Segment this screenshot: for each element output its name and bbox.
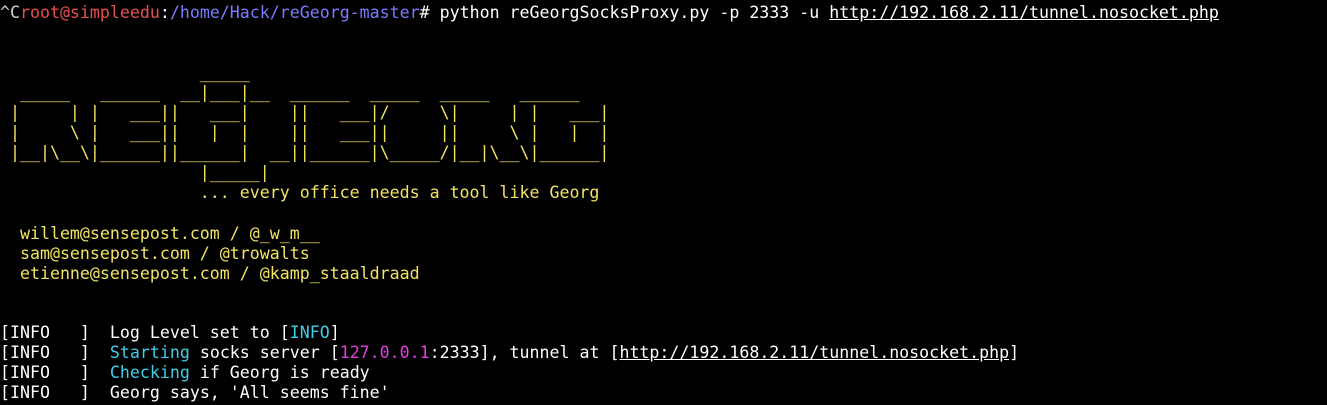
log-text: if Georg is ready [189, 363, 370, 382]
log-level-value: INFO [289, 323, 330, 342]
log-port: :2333 [429, 343, 480, 362]
log-text: socks server [ [189, 343, 340, 362]
prompt-symbol: # [419, 3, 430, 22]
log-text: ] [1009, 343, 1020, 362]
log-line-georg-says: [INFO ] Georg says, 'All seems fine' [0, 383, 390, 403]
log-line-starting: [INFO ] Starting socks server [127.0.0.1… [0, 343, 1019, 363]
log-text: ], tunnel at [ [479, 343, 620, 362]
credit-line-etienne: etienne@sensepost.com / @kamp_staaldraad [0, 264, 420, 283]
credit-line-sam: sam@sensepost.com / @trowalts [0, 244, 310, 263]
log-tag: [INFO ] [0, 363, 90, 382]
prompt-user-host: root@simpleedu [19, 3, 160, 22]
log-text: Log Level set to [ [89, 323, 290, 342]
command-url-link[interactable]: http://192.168.2.11/tunnel.nosocket.php [829, 3, 1219, 22]
ctrl-c-marker: ^C [0, 3, 20, 22]
log-line-checking: [INFO ] Checking if Georg is ready [0, 363, 370, 383]
prompt-path: /home/Hack/reGeorg-master [169, 3, 420, 22]
banner-art-line-2: _____ ______ __|___|__ ______ _____ ____… [0, 83, 580, 102]
log-ip: 127.0.0.1 [339, 343, 430, 362]
log-keyword-checking: Checking [109, 363, 190, 382]
command-line: ^Croot@simpleedu:/home/Hack/reGeorg-mast… [0, 3, 1219, 23]
banner-art-line-1: _____ [0, 63, 250, 82]
log-line-level: [INFO ] Log Level set to [INFO] [0, 323, 340, 343]
prompt-colon: : [159, 3, 170, 22]
banner-tagline: ... every office needs a tool like Georg [0, 183, 600, 202]
banner-art-line-5: |__|\__\|______||______| __||______|\___… [0, 143, 610, 162]
log-tunnel-url-link[interactable]: http://192.168.2.11/tunnel.nosocket.php [619, 343, 1009, 362]
log-text: Georg says, 'All seems fine' [89, 383, 390, 402]
banner-art-line-3: | | | ___|| ___| || ___|/ \| | | ___| [0, 103, 610, 122]
credit-line-willem: willem@sensepost.com / @_w_m__ [0, 224, 320, 243]
log-keyword-starting: Starting [109, 343, 190, 362]
log-tag: [INFO ] [0, 323, 90, 342]
log-tag: [INFO ] [0, 343, 90, 362]
banner-art-line-6: |_____| [0, 163, 270, 182]
log-text: ] [329, 323, 340, 342]
terminal-window[interactable]: ^Croot@simpleedu:/home/Hack/reGeorg-mast… [0, 0, 1327, 405]
log-tag: [INFO ] [0, 383, 90, 402]
banner-art-line-4: | \ | ___|| | | || ___|| || \ | | | [0, 123, 610, 142]
command-text: python reGeorgSocksProxy.py -p 2333 -u [429, 3, 830, 22]
